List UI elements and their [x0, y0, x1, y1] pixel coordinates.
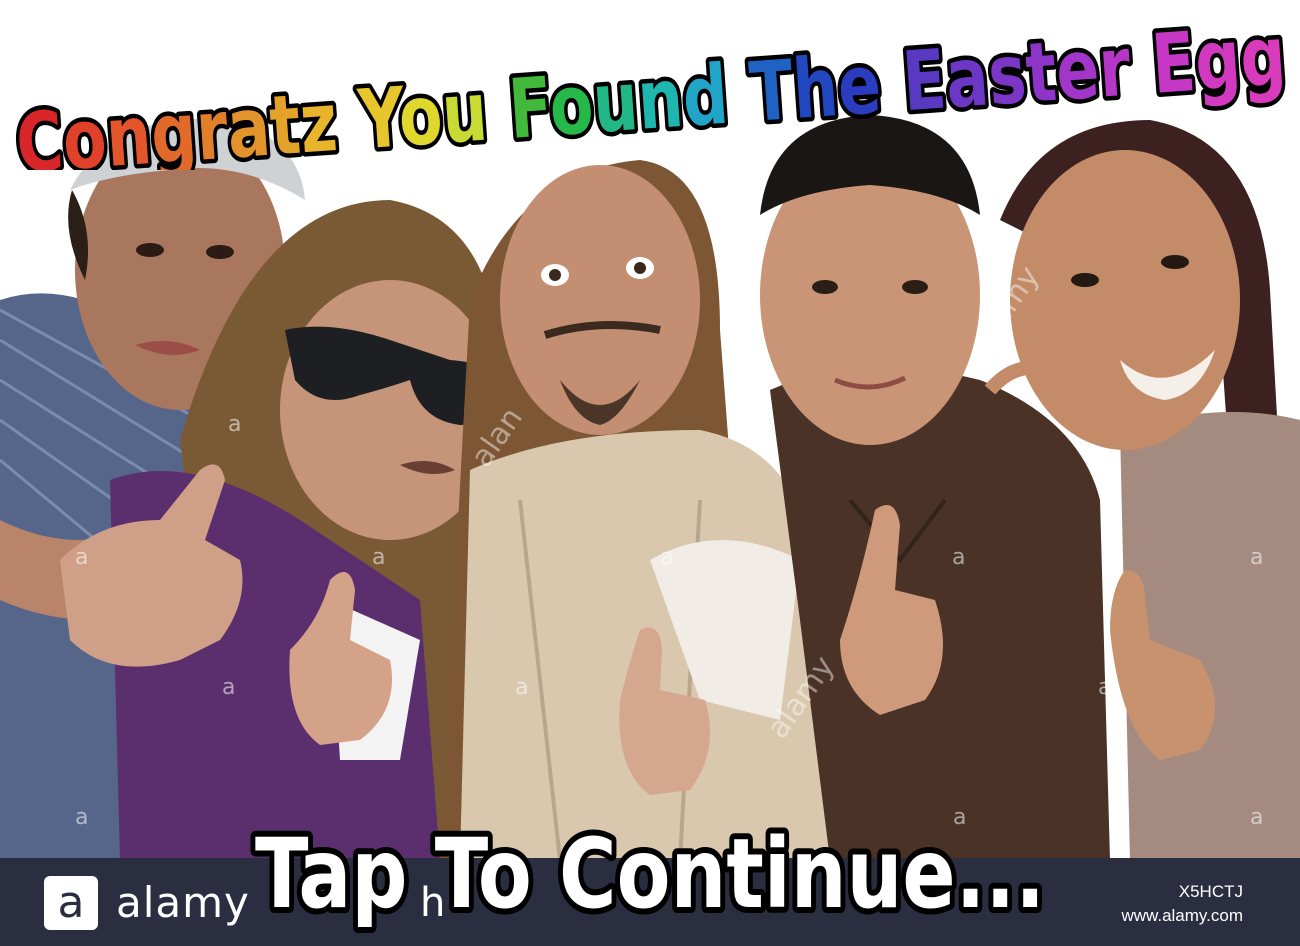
watermark-letter: a [1250, 805, 1264, 830]
headline-letter: n [635, 51, 687, 149]
continue-label: Tap To Continue... [255, 818, 1045, 930]
watermark-letter: a [75, 545, 89, 570]
headline-letter: E [899, 32, 949, 130]
headline-letter: a [224, 80, 273, 170]
headline-letter: o [60, 91, 110, 170]
headline-letter: u [590, 54, 642, 152]
logo-letter: a [57, 877, 85, 928]
watermark-letter: a [1250, 545, 1264, 570]
easter-egg-screen[interactable]: a a a a a a a a a a a a a a alan alamy a… [0, 0, 1300, 946]
headline-letter: e [1053, 22, 1102, 120]
headline-text: Congratz You Found The Easter Egg [13, 9, 1289, 170]
headline-letter: g [1237, 9, 1289, 107]
headline-letter: s [985, 27, 1029, 124]
headline-letter: T [747, 43, 797, 141]
headline-letter: C [13, 94, 66, 170]
watermark-letter: a [1098, 675, 1112, 700]
headline-letter: e [835, 37, 884, 135]
headline-letter: E [1149, 15, 1199, 113]
headline-letter: h [790, 40, 842, 138]
image-id-label: X5HCTJ [1178, 882, 1243, 901]
headline-letter: F [506, 60, 553, 158]
headline-letter: d [680, 48, 732, 146]
headline-text-group: Congratz You Found The Easter Egg [9, 4, 1294, 170]
watermark-letter: a [515, 675, 529, 700]
headline-letter: g [1192, 12, 1244, 110]
logo-wordmark: alamy [116, 878, 250, 927]
headline-letter: g [148, 85, 200, 170]
alamy-logo-icon: a [44, 876, 98, 930]
headline-letter: a [943, 29, 992, 127]
headline-letter: o [546, 57, 596, 155]
headline-letter: u [439, 65, 491, 163]
headline-letter: n [103, 88, 155, 170]
continue-graphic: Tap To Continue... [249, 812, 1051, 936]
watermark-letter: a [75, 805, 89, 830]
watermark-letter: a [372, 545, 386, 570]
headline-letter: o [396, 68, 446, 166]
congratulations-headline: Congratz You Found The Easter Egg [0, 0, 1300, 170]
watermark-letter: a [228, 412, 242, 437]
watermark-letter: a [660, 545, 674, 570]
tap-to-continue-button[interactable]: Tap To Continue... [240, 795, 1060, 945]
watermark-letter: a [952, 545, 966, 570]
site-url-label: www.alamy.com [1121, 906, 1243, 925]
watermark-letter: a [222, 675, 236, 700]
headline-graphic: Congratz You Found The Easter Egg [9, 4, 1294, 170]
